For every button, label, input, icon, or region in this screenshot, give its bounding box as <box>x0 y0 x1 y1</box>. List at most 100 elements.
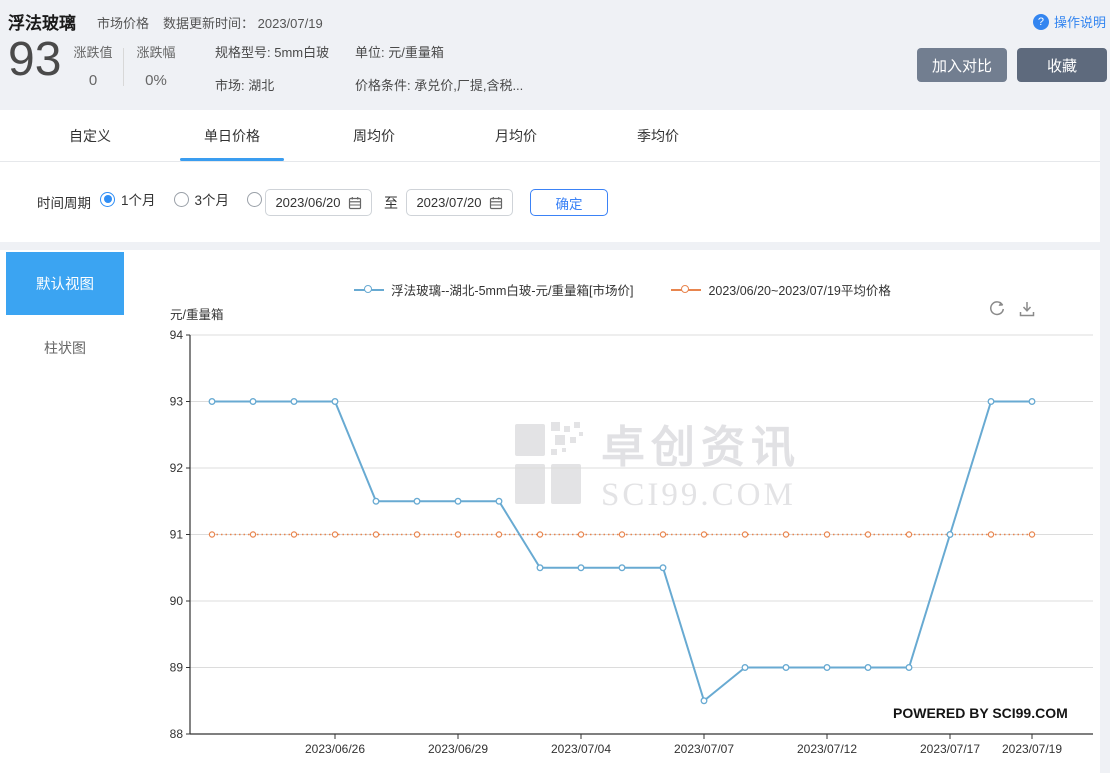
filter-bar: 时间周期 1个月 3个月 1年 2023/06/20 至 2023/07/20 <box>0 162 1100 242</box>
price-point <box>988 399 994 405</box>
update-time: 数据更新时间： 2023/07/19 <box>163 13 323 32</box>
page-title: 浮法玻璃 <box>8 9 76 34</box>
average-point <box>1029 532 1034 537</box>
change-pct-label: 涨跌幅 <box>133 42 179 61</box>
question-icon: ? <box>1033 14 1049 30</box>
to-label: 至 <box>384 193 398 213</box>
add-compare-button[interactable]: 加入对比 <box>917 48 1007 82</box>
sidebar-item-bar-chart[interactable]: 柱状图 <box>0 338 130 358</box>
spec-model: 规格型号: 5mm白玻 <box>215 42 329 61</box>
unit-column: 单位: 元/重量箱 价格条件: 承兑价,厂提,含税... <box>355 42 523 94</box>
radio-3month[interactable]: 3个月 <box>174 189 230 209</box>
end-date-input[interactable]: 2023/07/20 <box>406 189 513 216</box>
spec-column: 规格型号: 5mm白玻 市场: 湖北 <box>215 42 329 94</box>
legend-item-price-series[interactable]: 浮法玻璃--湖北-5mm白玻-元/重量箱[市场价] <box>354 280 633 299</box>
sidebar-item-default-view[interactable]: 默认视图 <box>6 252 124 315</box>
powered-by-label: POWERED BY SCI99.COM <box>893 705 1068 721</box>
x-tick-label: 2023/07/04 <box>551 742 611 756</box>
x-tick-label: 2023/07/19 <box>1002 742 1062 756</box>
price-point <box>332 399 338 405</box>
page-header: 浮法玻璃 市场价格 数据更新时间： 2023/07/19 ? 操作说明 93 涨… <box>0 0 1110 110</box>
average-point <box>619 532 624 537</box>
average-point <box>865 532 870 537</box>
chart-toolbar <box>988 300 1036 318</box>
refresh-icon[interactable] <box>988 300 1006 318</box>
price-chart-svg: 88 89 90 91 92 93 94 2023/06/26 2023/06/29 2023/0… <box>150 330 1100 770</box>
y-tick-label: 94 <box>170 330 184 342</box>
average-point <box>742 532 747 537</box>
tab-custom[interactable]: 自定义 <box>30 110 150 161</box>
change-pct-block: 涨跌幅 0% <box>133 42 179 89</box>
price-point <box>455 498 461 504</box>
divider <box>123 48 124 86</box>
price-point <box>906 665 912 671</box>
market: 市场: 湖北 <box>215 75 329 94</box>
x-tick-label: 2023/07/17 <box>920 742 980 756</box>
change-value: 0 <box>70 72 116 89</box>
y-tick-label: 93 <box>170 395 184 409</box>
line-marker-icon <box>354 285 384 295</box>
radio-1month[interactable]: 1个月 <box>100 189 156 209</box>
average-point <box>660 532 665 537</box>
average-point <box>291 532 296 537</box>
change-pct-value: 0% <box>133 72 179 89</box>
y-tick-label: 90 <box>170 594 184 608</box>
price-point <box>660 565 666 571</box>
price-point <box>947 532 953 538</box>
gridlines <box>190 335 1093 668</box>
price-point <box>619 565 625 571</box>
price-point <box>865 665 871 671</box>
price-point <box>496 498 502 504</box>
tab-daily-price[interactable]: 单日价格 <box>172 110 292 161</box>
tab-weekly-avg[interactable]: 周均价 <box>314 110 434 161</box>
average-series <box>209 532 1034 537</box>
average-point <box>414 532 419 537</box>
download-icon[interactable] <box>1018 300 1036 318</box>
price-condition: 价格条件: 承兑价,厂提,含税... <box>355 75 523 94</box>
tab-bar: 自定义 单日价格 周均价 月均价 季均价 <box>0 110 1100 162</box>
price-point <box>291 399 297 405</box>
price-point <box>1029 399 1035 405</box>
confirm-button[interactable]: 确定 <box>530 189 608 216</box>
average-point <box>209 532 214 537</box>
period-label: 时间周期 <box>37 192 91 212</box>
average-point <box>537 532 542 537</box>
average-point <box>373 532 378 537</box>
calendar-icon <box>489 196 503 210</box>
change-label: 涨跌值 <box>70 42 116 61</box>
price-point <box>783 665 789 671</box>
x-tick-label: 2023/07/07 <box>674 742 734 756</box>
y-tick-label: 88 <box>170 727 184 741</box>
price-point <box>209 399 215 405</box>
axes: 88 89 90 91 92 93 94 2023/06/26 2023/06/29 2023/0… <box>170 330 1093 756</box>
legend-item-average-series[interactable]: 2023/06/20~2023/07/19平均价格 <box>671 280 890 299</box>
period-radio-group: 1个月 3个月 1年 <box>100 189 289 209</box>
current-price: 93 <box>8 34 61 87</box>
y-tick-label: 92 <box>170 461 184 475</box>
favorite-button[interactable]: 收藏 <box>1017 48 1107 82</box>
change-block: 涨跌值 0 <box>70 42 116 89</box>
chart-legend: 浮法玻璃--湖北-5mm白玻-元/重量箱[市场价] 2023/06/20~202… <box>150 280 1095 299</box>
y-tick-label: 91 <box>170 528 184 542</box>
calendar-icon <box>348 196 362 210</box>
radio-icon <box>174 192 189 207</box>
chart-section: 默认视图 柱状图 浮法玻璃--湖北-5mm白玻-元/重量箱[市场价] 2023/… <box>0 250 1100 773</box>
average-point <box>824 532 829 537</box>
unit: 单位: 元/重量箱 <box>355 42 523 61</box>
x-tick-label: 2023/06/26 <box>305 742 365 756</box>
line-marker-icon <box>671 285 701 295</box>
tab-monthly-avg[interactable]: 月均价 <box>456 110 576 161</box>
price-series <box>209 399 1035 704</box>
price-point <box>701 698 707 704</box>
y-tick-label: 89 <box>170 661 184 675</box>
tab-quarterly-avg[interactable]: 季均价 <box>598 110 718 161</box>
x-tick-label: 2023/06/29 <box>428 742 488 756</box>
price-point <box>250 399 256 405</box>
price-point <box>578 565 584 571</box>
start-date-input[interactable]: 2023/06/20 <box>265 189 372 216</box>
help-link[interactable]: ? 操作说明 <box>1033 12 1106 31</box>
average-point <box>701 532 706 537</box>
average-point <box>250 532 255 537</box>
average-point <box>496 532 501 537</box>
average-point <box>578 532 583 537</box>
